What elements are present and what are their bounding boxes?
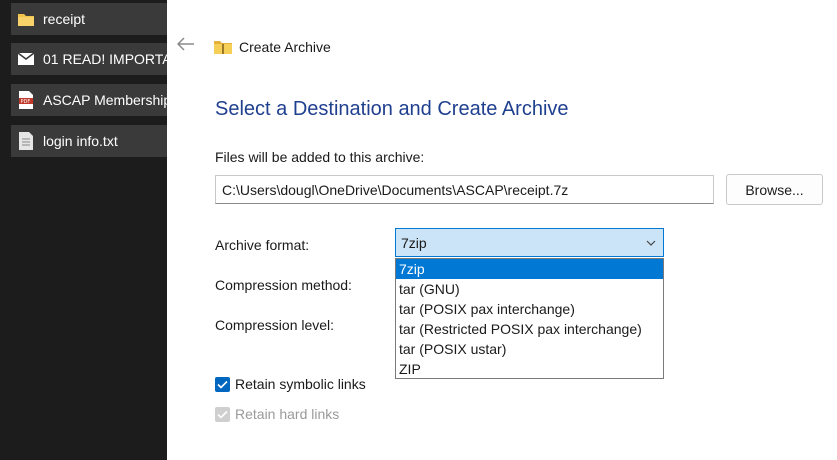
dialog-title: Create Archive <box>239 39 331 55</box>
mail-icon <box>17 50 35 68</box>
compression-level-label: Compression level: <box>215 317 335 333</box>
create-archive-dialog: Create Archive Select a Destination and … <box>167 0 837 460</box>
format-option-tar-gnu[interactable]: tar (GNU) <box>396 279 663 299</box>
browse-button[interactable]: Browse... <box>726 174 823 205</box>
archive-format-dropdown: 7zip tar (GNU) tar (POSIX pax interchang… <box>395 258 664 379</box>
desktop-item-login-info[interactable]: login info.txt <box>11 125 167 157</box>
files-added-label: Files will be added to this archive: <box>215 149 425 165</box>
archive-format-select[interactable]: 7zip <box>395 228 664 257</box>
desktop-item-read-important[interactable]: 01 READ! IMPORTANT <box>11 43 167 75</box>
chevron-down-icon <box>645 236 657 248</box>
desktop-item-label: receipt <box>43 11 86 27</box>
compression-method-label: Compression method: <box>215 277 352 293</box>
retain-symbolic-links-label: Retain symbolic links <box>235 376 366 392</box>
page-heading: Select a Destination and Create Archive <box>215 98 569 120</box>
desktop-item-ascap-membership[interactable]: PDF ASCAP Membership <box>11 84 167 116</box>
format-option-tar-restricted-pax[interactable]: tar (Restricted POSIX pax interchange) <box>396 319 663 339</box>
svg-text:PDF: PDF <box>21 99 31 105</box>
format-option-tar-posix-pax[interactable]: tar (POSIX pax interchange) <box>396 299 663 319</box>
dialog-title-bar: Create Archive <box>213 36 331 58</box>
text-file-icon <box>17 132 35 150</box>
folder-icon <box>17 10 35 28</box>
archive-folder-icon <box>213 39 233 55</box>
format-option-7zip[interactable]: 7zip <box>396 259 663 279</box>
back-button[interactable] <box>175 36 197 56</box>
desktop-background: receipt 01 READ! IMPORTANT PDF ASCAP Mem… <box>0 0 167 460</box>
pdf-icon: PDF <box>17 91 35 109</box>
back-arrow-icon <box>176 36 195 56</box>
desktop-item-receipt[interactable]: receipt <box>11 3 167 35</box>
desktop-item-label: login info.txt <box>43 133 118 149</box>
checkbox-checked-disabled-icon <box>215 406 230 422</box>
archive-format-value: 7zip <box>401 234 427 251</box>
archive-format-label: Archive format: <box>215 237 310 253</box>
format-option-tar-posix-ustar[interactable]: tar (POSIX ustar) <box>396 339 663 359</box>
retain-hard-links-checkbox: Retain hard links <box>215 406 339 422</box>
checkbox-checked-icon <box>215 376 230 392</box>
format-option-zip[interactable]: ZIP <box>396 359 663 379</box>
desktop-item-label: ASCAP Membership <box>43 92 167 108</box>
desktop-item-label: 01 READ! IMPORTANT <box>43 51 167 67</box>
retain-hard-links-label: Retain hard links <box>235 406 340 422</box>
retain-symbolic-links-checkbox[interactable]: Retain symbolic links <box>215 376 366 392</box>
archive-path-input[interactable] <box>215 175 714 204</box>
